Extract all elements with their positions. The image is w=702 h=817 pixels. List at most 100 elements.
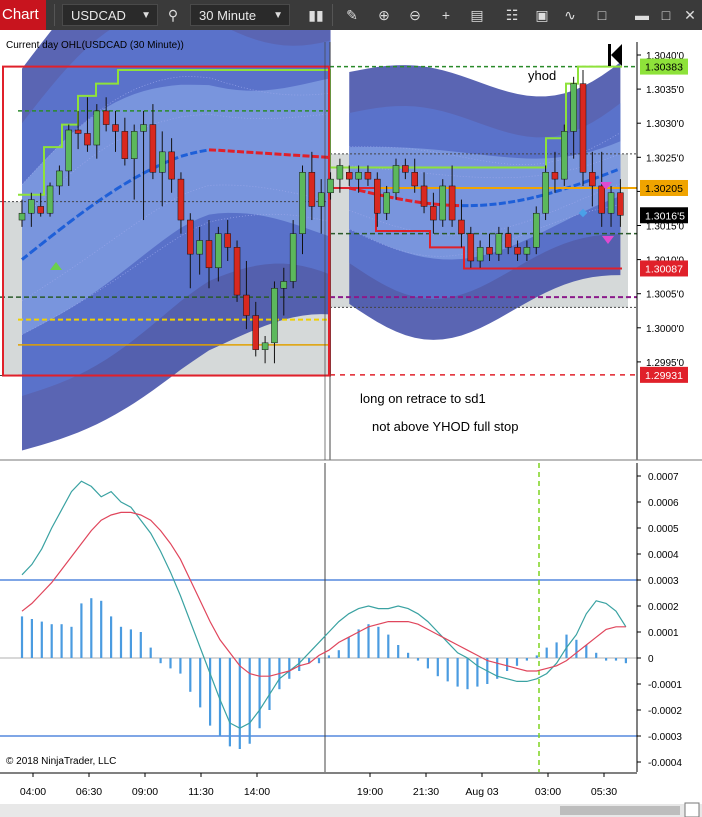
candle-body xyxy=(271,287,278,344)
scroll-end-icon xyxy=(608,44,611,66)
strategies-icon[interactable]: ▣ xyxy=(530,4,554,26)
search-icon[interactable]: ⚲ xyxy=(161,4,185,26)
macd-tick-label: 0.0002 xyxy=(648,602,679,613)
candle-body xyxy=(317,192,325,207)
candle-body xyxy=(420,185,428,207)
candle-body xyxy=(598,185,605,214)
price-tick-label: 1.3005'0 xyxy=(646,290,684,301)
price-marker-label: 1.29931 xyxy=(645,370,683,382)
candle-body xyxy=(74,129,82,134)
candle-body xyxy=(355,172,362,180)
price-marker-label: 1.30205 xyxy=(645,183,683,195)
window-icon[interactable]: □ xyxy=(590,4,614,26)
candle-body xyxy=(37,206,44,214)
time-tick-label: 04:00 xyxy=(20,786,46,798)
indicators-icon[interactable]: ∿ xyxy=(558,4,582,26)
macd-tick-label: 0.0004 xyxy=(648,550,679,561)
interval-selector[interactable]: 30 Minute ▼ xyxy=(190,4,290,26)
candle-body xyxy=(430,206,437,221)
candle-body xyxy=(402,165,409,173)
candle-body xyxy=(308,172,316,207)
candle-body xyxy=(93,110,101,146)
candle-body xyxy=(542,172,549,214)
copyright: © 2018 NinjaTrader, LLC xyxy=(6,756,116,767)
bar-type-icon[interactable]: ▮▮ xyxy=(304,4,328,26)
candle-body xyxy=(243,294,250,316)
price-tick-label: 1.3000'0 xyxy=(646,324,684,335)
candle-body xyxy=(504,233,512,248)
candle-body xyxy=(140,124,147,132)
macd-tick-label: 0.0006 xyxy=(648,498,679,509)
time-tick-label: 03:00 xyxy=(535,786,561,798)
candle-body xyxy=(467,233,475,262)
toolbar: Chart USDCAD ▼ ⚲ 30 Minute ▼ ▮▮ ✎ ⊕ ⊖ + … xyxy=(0,0,702,30)
candle-body xyxy=(28,199,35,214)
toolbar-divider xyxy=(54,4,55,26)
candle-body xyxy=(252,315,259,350)
candle-body xyxy=(299,172,306,234)
annotation-yhod: yhod xyxy=(528,68,556,83)
candle-body xyxy=(84,133,91,146)
candle-body xyxy=(205,240,213,269)
candle-body xyxy=(327,178,334,194)
macd-tick-label: 0.0001 xyxy=(648,628,679,639)
candle-body xyxy=(570,83,577,132)
annotation-line1: long on retrace to sd1 xyxy=(360,391,486,406)
macd-tick-label: -0.0004 xyxy=(648,758,682,769)
instrument-label: USDCAD xyxy=(71,8,126,23)
candle-body xyxy=(392,165,400,194)
time-tick-label: 21:30 xyxy=(413,786,439,798)
candle-body xyxy=(121,131,129,159)
zoom-in-icon[interactable]: ⊕ xyxy=(372,4,396,26)
candle-body xyxy=(346,172,353,180)
candle-body xyxy=(486,247,493,255)
candle-body xyxy=(102,110,110,125)
price-tick-label: 1.3030'0 xyxy=(646,119,684,130)
candle-body xyxy=(514,247,521,255)
data-box-icon[interactable]: ▤ xyxy=(465,4,489,26)
instrument-selector[interactable]: USDCAD ▼ xyxy=(62,4,158,26)
macd-tick-label: -0.0003 xyxy=(648,732,682,743)
chevron-down-icon: ▼ xyxy=(273,10,283,21)
candle-body xyxy=(149,124,157,173)
candle-body xyxy=(46,185,54,214)
candle-body xyxy=(159,151,166,173)
price-axis-bg xyxy=(637,42,702,460)
pencil-icon[interactable]: ✎ xyxy=(340,4,364,26)
macd-tick-label: 0 xyxy=(648,654,654,665)
chart-tab[interactable]: Chart xyxy=(0,0,46,30)
candle-body xyxy=(589,172,596,187)
interval-label: 30 Minute xyxy=(199,8,257,23)
candle-body xyxy=(579,83,587,173)
time-tick-label: 09:00 xyxy=(132,786,158,798)
candle-body xyxy=(533,212,540,248)
candle-body xyxy=(215,233,222,269)
candle-body xyxy=(56,170,63,187)
macd-tick-label: -0.0001 xyxy=(648,680,682,691)
macd-tick-label: 0.0003 xyxy=(648,576,679,587)
close-icon[interactable]: ✕ xyxy=(678,4,702,26)
candle-body xyxy=(336,165,344,180)
minimize-icon[interactable]: ▬ xyxy=(630,4,654,26)
candle-body xyxy=(364,172,372,180)
chart-area[interactable]: 1.3040'01.3035'01.3030'01.3025'01.3020'0… xyxy=(0,30,702,817)
candle-body xyxy=(476,247,484,262)
chevron-down-icon: ▼ xyxy=(141,10,151,21)
candle-body xyxy=(448,185,456,221)
candle-body xyxy=(65,129,72,172)
indicator-label: Current day OHL(USDCAD (30 Minute)) xyxy=(6,40,184,51)
crosshair-icon[interactable]: + xyxy=(434,4,458,26)
macd-tick-label: -0.0002 xyxy=(648,706,682,717)
zoom-out-icon[interactable]: ⊖ xyxy=(403,4,427,26)
candle-body xyxy=(561,131,568,180)
maximize-icon[interactable]: □ xyxy=(654,4,678,26)
candle-body xyxy=(196,240,203,255)
candle-body xyxy=(261,342,269,350)
window-resize-icon xyxy=(684,802,700,817)
properties-icon[interactable]: ☷ xyxy=(500,4,524,26)
candle-body xyxy=(187,219,194,255)
candle-body xyxy=(224,233,231,248)
annotation-line2: not above YHOD full stop xyxy=(372,419,518,434)
price-marker-label: 1.30383 xyxy=(645,62,683,74)
candle-body xyxy=(18,212,26,221)
